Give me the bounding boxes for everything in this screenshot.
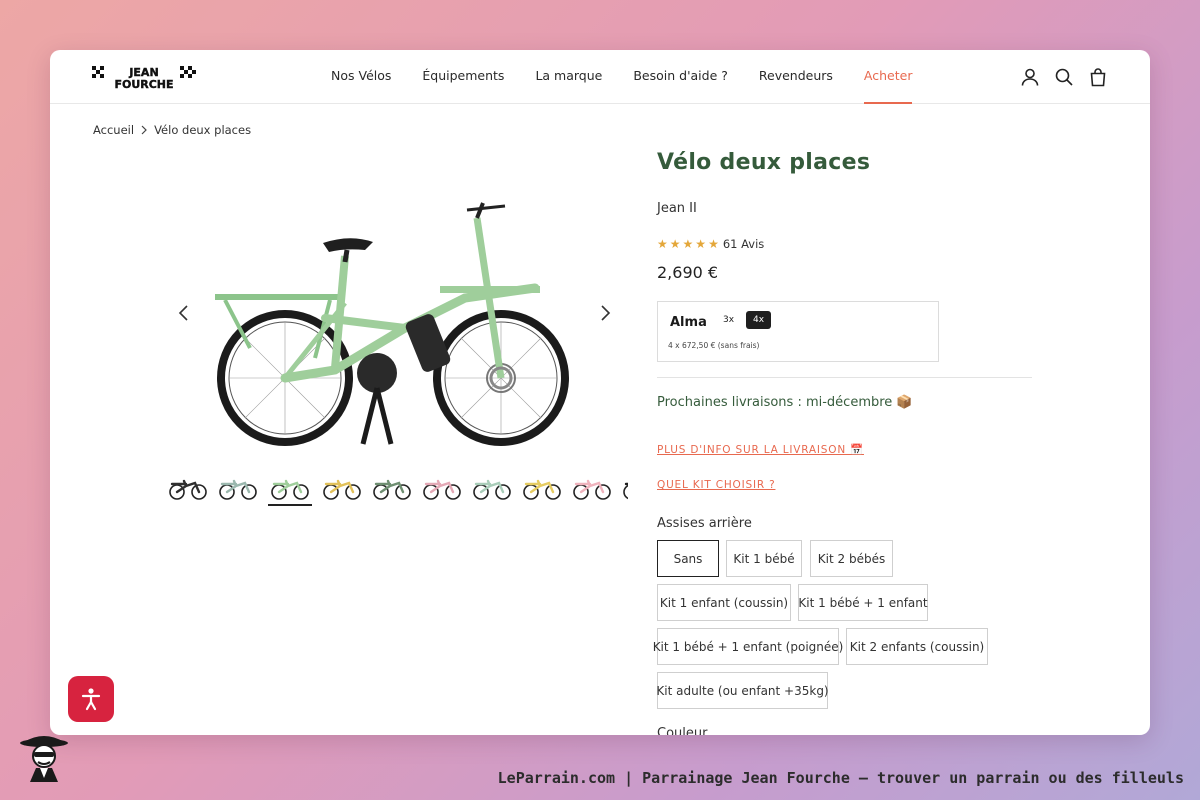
gallery-thumbnail[interactable] [622, 474, 628, 506]
gallery-thumbnail[interactable] [422, 474, 462, 506]
seat-option-kit-1-bebe-1-enfant[interactable]: Kit 1 bébé + 1 enfant [798, 584, 928, 621]
accessibility-button[interactable] [68, 676, 114, 722]
nav-item-equipements[interactable]: Équipements [422, 68, 504, 104]
gallery-thumbnail[interactable] [522, 474, 562, 506]
main-nav: Nos Vélos Équipements La marque Besoin d… [331, 68, 943, 104]
gallery-thumbnail[interactable] [218, 474, 258, 506]
gallery-thumbnail[interactable] [372, 474, 412, 506]
breadcrumb-home[interactable]: Accueil [93, 123, 134, 137]
bike-thumbnail-icon [573, 479, 611, 500]
alma-installment-detail: 4 x 672,50 € (sans frais) [668, 341, 760, 350]
breadcrumb: Accueil Vélo deux places [93, 123, 251, 137]
jean-fourche-logo[interactable]: JEAN FOURCHE [92, 64, 196, 90]
divider [657, 377, 1032, 378]
gallery-next-arrow-icon[interactable] [595, 303, 615, 323]
product-main-image [215, 202, 569, 446]
gallery-thumbnails [168, 474, 628, 508]
star-icon: ★ [669, 237, 681, 251]
search-icon[interactable] [1054, 67, 1074, 87]
bike-thumbnail-icon [623, 482, 628, 500]
account-icon[interactable] [1020, 67, 1040, 87]
alma-payment-widget: Alma 3x 4x 4 x 672,50 € (sans frais) [657, 301, 939, 362]
logo-word-2: FOURCHE [114, 78, 173, 90]
gallery-thumbnail[interactable] [168, 474, 208, 506]
bike-thumbnail-icon [169, 479, 207, 500]
browser-window: JEAN FOURCHE Nos Vélos Équipements La ma… [50, 50, 1150, 735]
seat-option-kit-2-bebes[interactable]: Kit 2 bébés [810, 540, 893, 577]
star-icon: ★ [695, 237, 707, 251]
bike-thumbnail-icon [219, 479, 257, 500]
bike-thumbnail-icon [473, 479, 511, 500]
rear-seats-label: Assises arrière [657, 516, 752, 531]
star-icon: ★ [657, 237, 668, 251]
product-model: Jean II [657, 201, 697, 216]
bike-thumbnail-icon [323, 479, 361, 500]
gallery-thumbnail[interactable] [322, 474, 362, 506]
footer-caption: LeParrain.com | Parrainage Jean Fourche … [497, 769, 1184, 787]
star-icon: ★ [682, 237, 694, 251]
gallery-thumbnail[interactable] [268, 474, 312, 506]
site-header: JEAN FOURCHE Nos Vélos Équipements La ma… [50, 50, 1150, 104]
alma-logo: Alma [670, 315, 707, 330]
alma-option-3x[interactable]: 3x [716, 311, 741, 329]
alma-option-4x[interactable]: 4x [746, 311, 772, 329]
gallery-prev-arrow-icon[interactable] [174, 303, 194, 323]
gallery-thumbnail[interactable] [472, 474, 512, 506]
nav-item-besoin-aide[interactable]: Besoin d'aide ? [633, 68, 728, 104]
seat-option-kit-1-bebe[interactable]: Kit 1 bébé [726, 540, 802, 577]
product-price: 2,690 € [657, 263, 719, 282]
which-kit-link[interactable]: QUEL KIT CHOISIR ? [657, 479, 775, 491]
leparrain-mascot-logo [20, 736, 68, 782]
seat-option-kit-1-enfant-coussin[interactable]: Kit 1 enfant (coussin) [657, 584, 791, 621]
color-label: Couleur [657, 726, 708, 735]
cart-icon[interactable] [1088, 67, 1108, 87]
seat-option-kit-adulte[interactable]: Kit adulte (ou enfant +35kg) [656, 672, 829, 709]
nav-item-acheter[interactable]: Acheter [863, 68, 912, 104]
accessibility-icon [81, 688, 101, 711]
bike-thumbnail-icon [523, 479, 561, 500]
chevron-right-icon [141, 125, 147, 135]
header-actions [1020, 67, 1108, 87]
bike-thumbnail-icon [423, 479, 461, 500]
nav-item-revendeurs[interactable]: Revendeurs [759, 68, 833, 104]
breadcrumb-current: Vélo deux places [154, 123, 252, 137]
bike-illustration [215, 202, 569, 446]
delivery-notice: Prochaines livraisons : mi-décembre 📦 [657, 395, 913, 410]
bike-thumbnail-icon [271, 479, 309, 500]
star-icon: ★ [708, 237, 719, 251]
seat-option-kit-2-enfants-coussin[interactable]: Kit 2 enfants (coussin) [846, 628, 988, 665]
nav-item-nos-velos[interactable]: Nos Vélos [331, 68, 391, 104]
gallery-thumbnail[interactable] [572, 474, 612, 506]
nav-item-la-marque[interactable]: La marque [535, 68, 602, 104]
seat-option-sans[interactable]: Sans [657, 540, 719, 577]
rating-count[interactable]: 61 Avis [723, 237, 764, 251]
rating[interactable]: ★ ★ ★ ★ ★ 61 Avis [657, 237, 764, 251]
product-title: Vélo deux places [657, 150, 871, 175]
seat-option-kit-1-bebe-1-enfant-poignee[interactable]: Kit 1 bébé + 1 enfant (poignée) [653, 628, 843, 665]
bike-thumbnail-icon [373, 479, 411, 500]
delivery-info-link[interactable]: PLUS D'INFO SUR LA LIVRAISON 📅 [657, 443, 864, 456]
